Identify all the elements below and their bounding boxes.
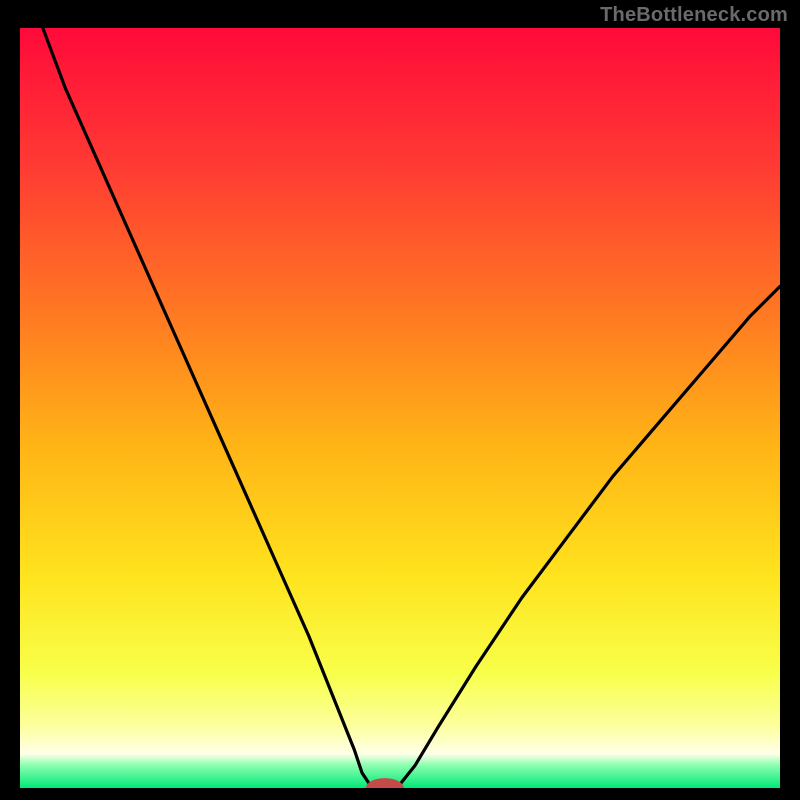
watermark-text: TheBottleneck.com: [600, 4, 788, 27]
plot-area: [20, 28, 780, 788]
plot-svg: [20, 28, 780, 788]
chart-frame: TheBottleneck.com: [0, 0, 800, 800]
gradient-background: [20, 28, 780, 788]
